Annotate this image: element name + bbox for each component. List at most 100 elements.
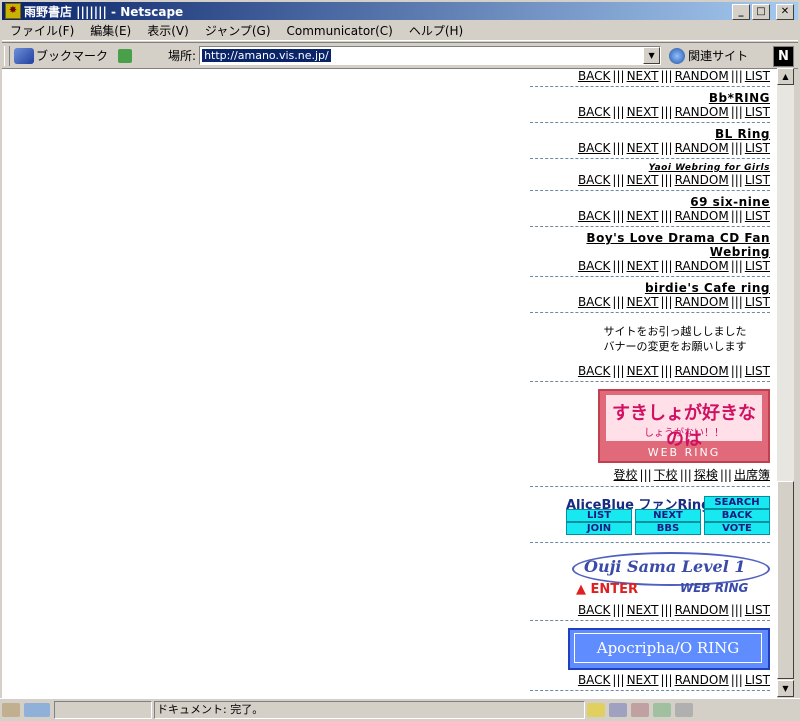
menu-help[interactable]: ヘルプ(H) (401, 22, 471, 39)
back-link[interactable]: BACK (578, 209, 610, 223)
webring-block: BL Ring BACK ||| NEXT ||| RANDOM ||| LIST (530, 123, 770, 159)
back-link[interactable]: BACK (578, 259, 610, 273)
list-link[interactable]: LIST (745, 209, 770, 223)
list-link[interactable]: LIST (745, 105, 770, 119)
scroll-thumb[interactable] (777, 481, 794, 679)
status-text: ドキュメント: 完了。 (154, 701, 585, 719)
ring-title-drama-cd[interactable]: Boy's Love Drama CD Fan Webring (530, 231, 770, 259)
maximize-button[interactable]: □ (752, 4, 770, 20)
alice-back-button[interactable]: BACK (704, 509, 770, 522)
next-link[interactable]: NEXT (627, 69, 659, 83)
ouji-sama-banner[interactable]: Ouji Sama Level 1 ▲ ENTER WEB RING (572, 550, 770, 600)
ring-title-birdie[interactable]: birdie's Cafe ring (530, 281, 770, 295)
list-link[interactable]: LIST (745, 603, 770, 617)
alice-list-button[interactable]: LIST (566, 509, 632, 522)
next-link[interactable]: NEXT (627, 105, 659, 119)
random-link[interactable]: RANDOM (675, 364, 729, 378)
discussion-icon[interactable] (631, 703, 649, 717)
address-book-icon[interactable] (675, 703, 693, 717)
next-link[interactable]: NEXT (627, 259, 659, 273)
list-link[interactable]: LIST (745, 259, 770, 273)
list-link[interactable]: LIST (745, 295, 770, 309)
composer-icon[interactable] (653, 703, 671, 717)
back-link[interactable]: BACK (578, 295, 610, 309)
next-link[interactable]: NEXT (627, 141, 659, 155)
security-lock-icon[interactable] (2, 703, 20, 717)
scroll-down-button[interactable]: ▼ (777, 680, 794, 697)
close-button[interactable]: ✕ (776, 4, 794, 20)
list-link[interactable]: LIST (745, 673, 770, 687)
menu-edit[interactable]: 編集(E) (82, 22, 139, 39)
random-link[interactable]: RANDOM (675, 259, 729, 273)
url-text[interactable]: http://amano.vis.ne.jp/ (202, 49, 331, 62)
related-sites-button[interactable]: 関連サイト (688, 47, 748, 64)
back-link[interactable]: BACK (578, 141, 610, 155)
bookmark-icon[interactable] (14, 47, 34, 64)
moved-notice-block: サイトをお引っ越ししました バナーの変更をお願いします BACK ||| NEXT |… (530, 313, 770, 382)
menu-view[interactable]: 表示(V) (139, 22, 197, 39)
url-field[interactable]: http://amano.vis.ne.jp/ ▼ (199, 46, 662, 65)
list-link[interactable]: LIST (745, 364, 770, 378)
explore-link[interactable]: 探検 (694, 468, 718, 482)
login-link[interactable]: 登校 (614, 468, 638, 482)
sukisho-nav: 登校 ||| 下校 ||| 探検 ||| 出席簿 (613, 468, 770, 482)
mail-icon[interactable] (609, 703, 627, 717)
random-link[interactable]: RANDOM (675, 105, 729, 119)
page-proxy-icon[interactable] (118, 48, 133, 63)
logout-link[interactable]: 下校 (654, 468, 678, 482)
next-link[interactable]: NEXT (627, 209, 659, 223)
ring-nav: BACK ||| NEXT ||| RANDOM ||| LIST (577, 673, 770, 687)
menu-file[interactable]: ファイル(F) (2, 22, 82, 39)
alice-join-button[interactable]: JOIN (566, 522, 632, 535)
sukisho-banner[interactable]: すきしょが好きなのは しょうがない！！ WEB RING (598, 389, 770, 463)
url-dropdown-button[interactable]: ▼ (643, 47, 661, 64)
connection-icon[interactable] (24, 703, 50, 717)
ring-title-bb[interactable]: Bb*RING (530, 91, 770, 105)
ring-nav: BACK ||| NEXT ||| RANDOM ||| LIST (577, 105, 770, 119)
next-link[interactable]: NEXT (627, 295, 659, 309)
alice-bbs-button[interactable]: BBS (635, 522, 701, 535)
list-link[interactable]: LIST (745, 141, 770, 155)
moved-notice: サイトをお引っ越ししました バナーの変更をお願いします (603, 325, 747, 353)
scroll-up-button[interactable]: ▲ (777, 68, 794, 85)
roster-link[interactable]: 出席簿 (734, 468, 770, 482)
next-link[interactable]: NEXT (627, 603, 659, 617)
list-link[interactable]: LIST (745, 69, 770, 83)
alice-vote-button[interactable]: VOTE (704, 522, 770, 535)
ring-title-69[interactable]: 69 six-nine (530, 195, 770, 209)
back-link[interactable]: BACK (578, 364, 610, 378)
alice-search-button[interactable]: SEARCH (704, 496, 770, 509)
random-link[interactable]: RANDOM (675, 209, 729, 223)
title-bar[interactable]: ✸ 雨野書店 ||||||| - Netscape _ □ ✕ (2, 2, 798, 20)
ring-title-yaoi[interactable]: Yaoi Webring for Girls (530, 163, 770, 173)
minimize-button[interactable]: _ (732, 4, 750, 20)
random-link[interactable]: RANDOM (675, 295, 729, 309)
menu-communicator[interactable]: Communicator(C) (279, 24, 401, 38)
random-link[interactable]: RANDOM (675, 603, 729, 617)
next-link[interactable]: NEXT (627, 364, 659, 378)
navigator-icon[interactable] (587, 703, 605, 717)
vertical-scrollbar[interactable]: ▲ ▼ (777, 68, 794, 697)
alice-next-button[interactable]: NEXT (635, 509, 701, 522)
bookmark-button[interactable]: ブックマーク (36, 47, 108, 64)
ring-title-bl[interactable]: BL Ring (530, 127, 770, 141)
next-link[interactable]: NEXT (627, 173, 659, 187)
related-sites-icon[interactable] (669, 47, 686, 64)
random-link[interactable]: RANDOM (675, 141, 729, 155)
back-link[interactable]: BACK (578, 173, 610, 187)
random-link[interactable]: RANDOM (675, 173, 729, 187)
back-link[interactable]: BACK (578, 673, 610, 687)
list-link[interactable]: LIST (745, 173, 770, 187)
back-link[interactable]: BACK (578, 603, 610, 617)
netscape-logo[interactable]: N (773, 46, 794, 67)
menu-go[interactable]: ジャンプ(G) (197, 22, 279, 39)
apocripha-banner[interactable]: Apocripha/O RING (568, 628, 770, 670)
ring-nav: BACK ||| NEXT ||| RANDOM ||| LIST (577, 141, 770, 155)
random-link[interactable]: RANDOM (675, 69, 729, 83)
toolbar-grip[interactable] (4, 45, 10, 66)
back-link[interactable]: BACK (578, 105, 610, 119)
random-link[interactable]: RANDOM (675, 673, 729, 687)
back-link[interactable]: BACK (578, 69, 610, 83)
next-link[interactable]: NEXT (627, 673, 659, 687)
webring-column: BACK ||| NEXT ||| RANDOM ||| LIST Bb*RING BACK… (530, 69, 770, 691)
